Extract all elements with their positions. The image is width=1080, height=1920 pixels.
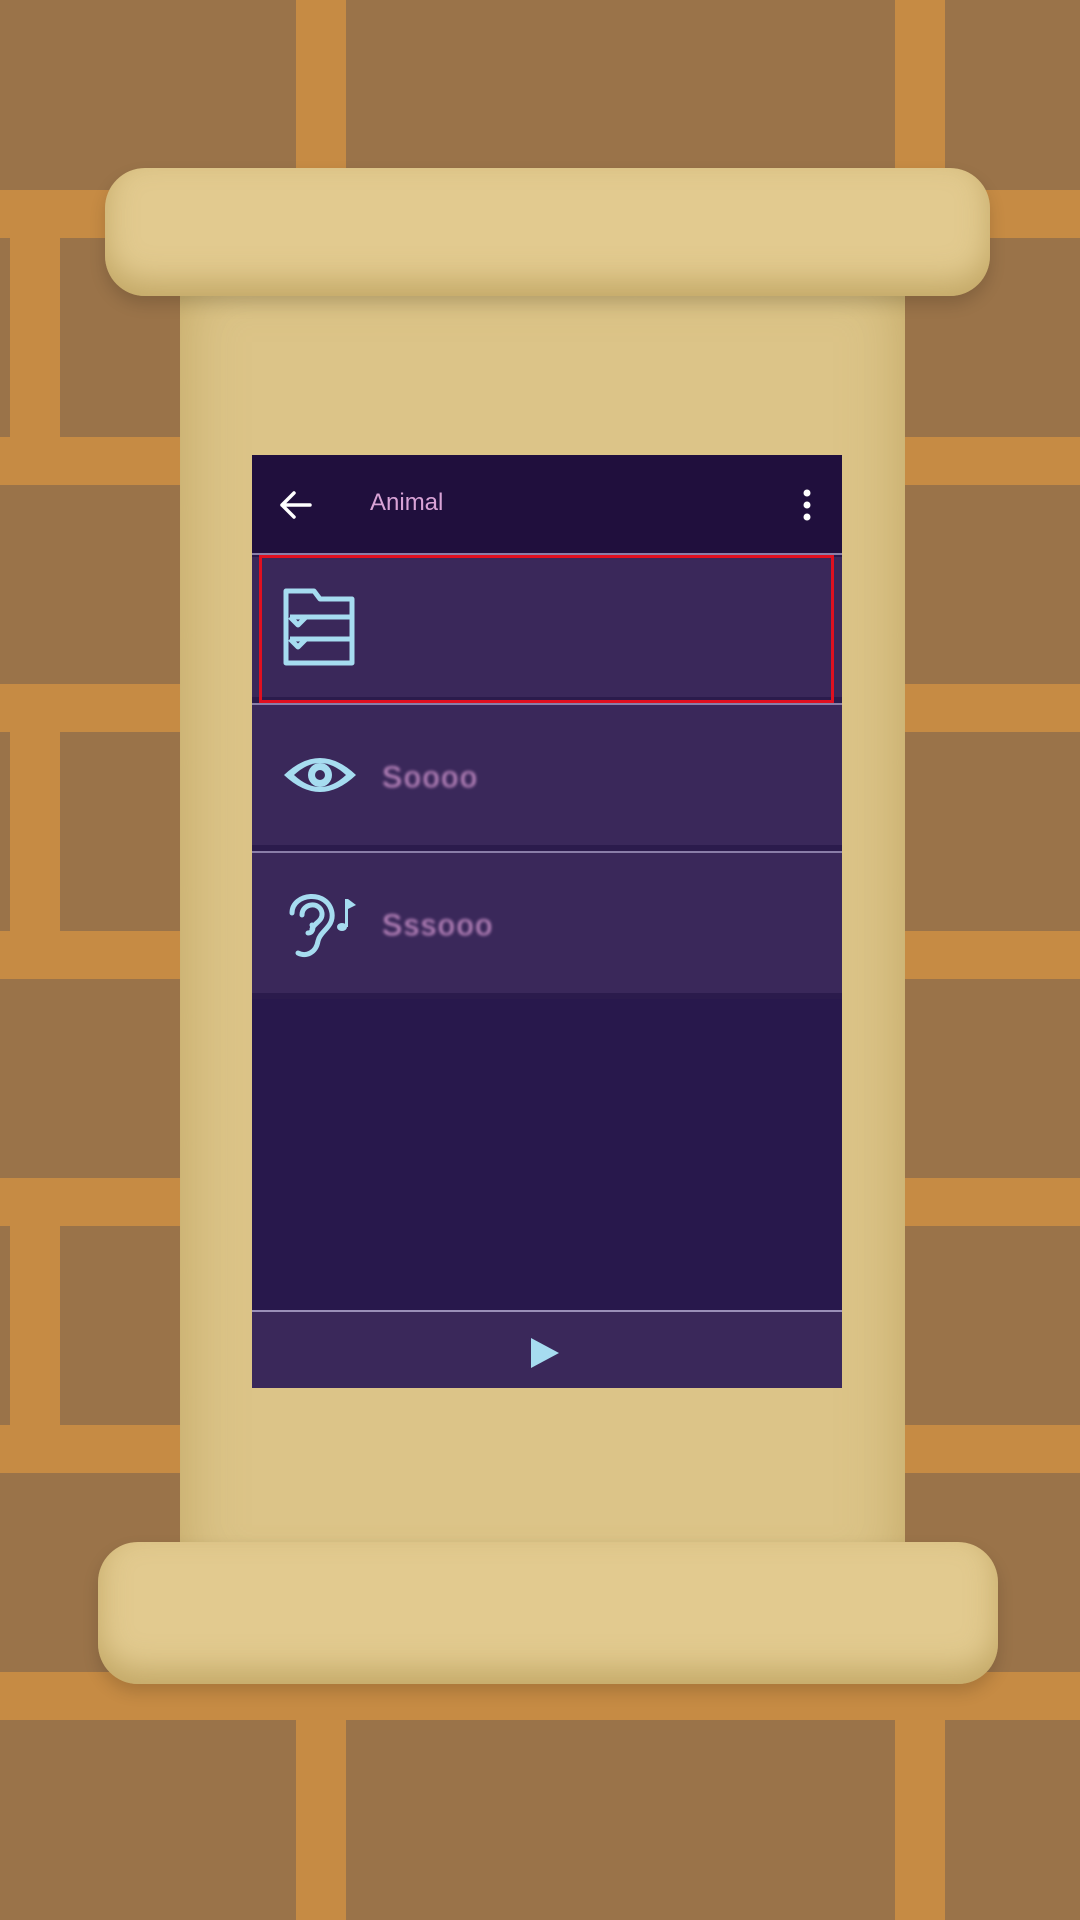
arrow-back-icon (280, 491, 312, 519)
more-vert-icon (803, 489, 811, 521)
list-item-label: Soooo (382, 761, 479, 794)
wall-mortar-line (895, 1720, 945, 1920)
selection-highlight (259, 555, 834, 703)
wall-mortar-line (296, 0, 346, 190)
page-title: Animal (370, 489, 444, 516)
scroll-bottom-roll (98, 1542, 998, 1684)
back-button[interactable] (276, 485, 324, 525)
bottom-bar (252, 1310, 842, 1388)
wall-mortar-line (296, 1720, 346, 1920)
eye-icon (280, 735, 360, 815)
list-item-audio[interactable]: Sssooo (252, 853, 842, 999)
wall-mortar-line (895, 0, 945, 190)
wall-mortar-line (10, 1226, 60, 1425)
list-item-visual[interactable]: Soooo (252, 705, 842, 851)
scroll-top-roll (105, 168, 990, 296)
app-bar: Animal (252, 455, 842, 553)
more-options-button[interactable] (792, 485, 822, 525)
wall-mortar-line (10, 732, 60, 931)
list-item-label: Sssooo (382, 909, 495, 942)
play-button[interactable] (527, 1336, 563, 1370)
wall-mortar-line (10, 238, 60, 437)
play-icon (531, 1338, 559, 1368)
ear-music-icon (280, 883, 360, 963)
